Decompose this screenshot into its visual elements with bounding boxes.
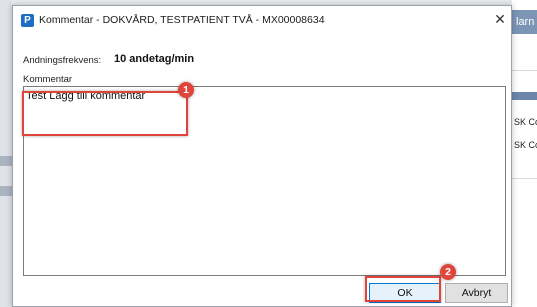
close-button[interactable]: ✕ (491, 10, 509, 28)
background-left-stripe (0, 186, 12, 196)
cancel-button[interactable]: Avbryt (445, 283, 508, 303)
ok-highlight-box (365, 276, 441, 302)
background-right-tab[interactable]: larn (512, 10, 537, 34)
dialog-titlebar[interactable]: P Kommentar - DOKVÅRD, TESTPATIENT TVÅ -… (13, 6, 511, 34)
background-divider (512, 178, 537, 179)
breathing-rate-value: 10 andetag/min (114, 53, 195, 65)
background-left-panel (0, 0, 12, 307)
dialog-title: Kommentar - DOKVÅRD, TESTPATIENT TVÅ - M… (39, 14, 325, 26)
background-row-text: SK Co (514, 140, 537, 150)
background-left-stripe (0, 156, 12, 166)
background-divider (512, 70, 537, 71)
background-header-bar (512, 92, 537, 100)
step-badge-1: 1 (178, 82, 194, 98)
breathing-rate-label: Andningsfrekvens: (23, 55, 102, 66)
comment-highlight-box (22, 91, 188, 136)
step-badge-2: 2 (440, 264, 456, 280)
background-row-text: SK Co (514, 117, 537, 127)
app-logo-icon: P (21, 14, 34, 27)
comment-label: Kommentar (23, 74, 73, 85)
comment-dialog: P Kommentar - DOKVÅRD, TESTPATIENT TVÅ -… (12, 5, 512, 307)
background-right-panel (512, 0, 537, 307)
